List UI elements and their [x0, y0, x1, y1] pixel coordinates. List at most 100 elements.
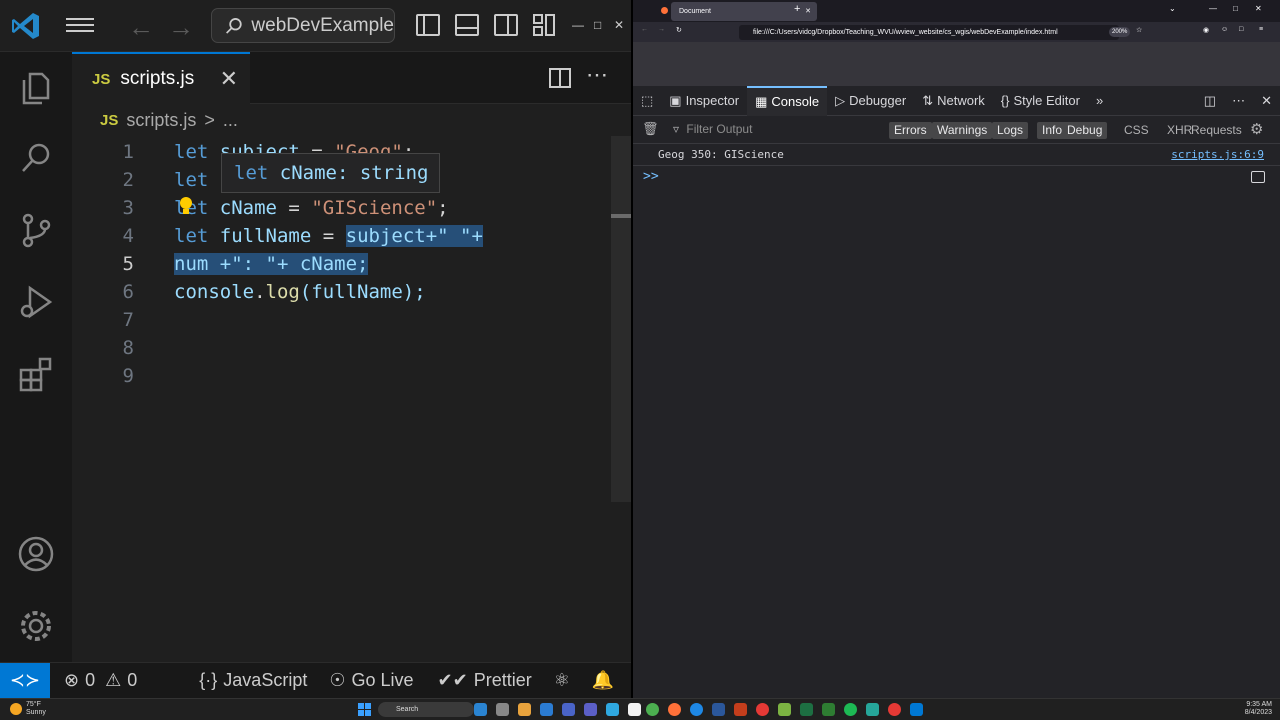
- filter-css[interactable]: CSS: [1119, 122, 1154, 139]
- toggle-secondary-sidebar-icon[interactable]: [494, 14, 518, 36]
- edge-icon[interactable]: [690, 703, 703, 716]
- url-bar[interactable]: file:///C:/Users/vidcg/Dropbox/Teaching_…: [739, 25, 1119, 40]
- powerpoint-icon[interactable]: [734, 703, 747, 716]
- notifications-bell-icon[interactable]: 🔔: [592, 670, 614, 691]
- go-live-button[interactable]: ☉ Go Live: [329, 670, 413, 691]
- explorer-icon[interactable]: [18, 70, 54, 106]
- tab-console[interactable]: ▦ Console: [747, 85, 828, 116]
- code-editor[interactable]: 1 let subject = "Geog"; 2 let 3 let cNam…: [72, 136, 612, 662]
- maximize-icon[interactable]: □: [1233, 4, 1238, 13]
- app-icon[interactable]: [822, 703, 835, 716]
- vscode-taskbar-icon[interactable]: [910, 703, 923, 716]
- new-tab-icon[interactable]: +: [794, 3, 800, 15]
- forward-arrow-icon[interactable]: →: [168, 12, 194, 43]
- task-view-icon[interactable]: [496, 703, 509, 716]
- weather-widget[interactable]: 75°F Sunny: [26, 701, 46, 717]
- console-settings-gear-icon[interactable]: ⚙: [1250, 120, 1263, 138]
- scrollbar-thumb[interactable]: [611, 214, 631, 218]
- log-source-link[interactable]: scripts.js:6:9: [1171, 144, 1264, 166]
- word-icon[interactable]: [712, 703, 725, 716]
- reload-icon[interactable]: ↻: [676, 26, 682, 34]
- accounts-feedback-icon[interactable]: ⚛: [554, 670, 570, 691]
- toggle-primary-sidebar-icon[interactable]: [416, 14, 440, 36]
- dock-side-icon[interactable]: ◫: [1196, 86, 1224, 116]
- extensions-icon[interactable]: □: [1239, 26, 1243, 33]
- split-editor-icon[interactable]: [549, 68, 571, 88]
- minimize-icon[interactable]: —: [572, 18, 584, 32]
- trash-icon[interactable]: 🗑: [642, 121, 659, 137]
- spotify-icon[interactable]: [844, 703, 857, 716]
- taskbar-search[interactable]: Search: [378, 702, 474, 717]
- close-window-icon[interactable]: ✕: [614, 18, 624, 32]
- teams-icon[interactable]: [562, 703, 575, 716]
- breadcrumb-file[interactable]: scripts.js: [126, 110, 196, 131]
- app-icon[interactable]: [628, 703, 641, 716]
- devtools-menu-icon[interactable]: ⋯: [1224, 86, 1253, 116]
- filter-debug[interactable]: Debug: [1062, 122, 1108, 139]
- more-actions-icon[interactable]: ⋯: [586, 62, 608, 88]
- minimize-icon[interactable]: —: [1209, 4, 1217, 13]
- filter-requests[interactable]: Requests: [1186, 122, 1247, 139]
- windows-start-icon[interactable]: [358, 703, 371, 716]
- back-icon[interactable]: ←: [641, 26, 648, 33]
- close-window-icon[interactable]: ✕: [1255, 4, 1262, 13]
- remote-icon[interactable]: ≺≻: [0, 662, 50, 699]
- toggle-panel-icon[interactable]: [455, 14, 479, 36]
- breadcrumb-more[interactable]: ...: [223, 110, 238, 131]
- more-tools-icon[interactable]: »: [1088, 86, 1111, 116]
- maximize-icon[interactable]: □: [594, 18, 601, 32]
- tab-scripts-js[interactable]: JS scripts.js ✕: [72, 52, 250, 104]
- outlook-icon[interactable]: [540, 703, 553, 716]
- bookmark-star-icon[interactable]: ☆: [1136, 26, 1142, 34]
- customize-layout-icon[interactable]: [533, 14, 557, 36]
- extensions-icon[interactable]: [18, 356, 54, 392]
- tab-debugger[interactable]: ▷ Debugger: [827, 86, 914, 116]
- account-icon[interactable]: ☺: [1221, 26, 1228, 33]
- settings-gear-icon[interactable]: [18, 608, 54, 644]
- app-icon[interactable]: [606, 703, 619, 716]
- accounts-icon[interactable]: [18, 536, 54, 572]
- app-menu-icon[interactable]: ≡: [1259, 26, 1263, 33]
- editor-scrollbar[interactable]: [611, 136, 631, 502]
- weather-sun-icon[interactable]: [10, 703, 22, 715]
- pocket-icon[interactable]: ◉: [1203, 26, 1209, 34]
- search-sidebar-icon[interactable]: [18, 140, 54, 176]
- file-explorer-icon[interactable]: [518, 703, 531, 716]
- prettier-button[interactable]: ✔✔ Prettier: [438, 670, 532, 691]
- element-picker-icon[interactable]: ⬚: [633, 86, 661, 116]
- back-arrow-icon[interactable]: ←: [128, 12, 154, 43]
- close-tab-icon[interactable]: ✕: [220, 66, 238, 92]
- filter-output-input[interactable]: ▿ Filter Output: [673, 122, 873, 139]
- app-icon[interactable]: [888, 703, 901, 716]
- run-debug-icon[interactable]: [18, 284, 54, 320]
- close-devtools-icon[interactable]: ✕: [1253, 86, 1280, 116]
- language-mode[interactable]: {·} JavaScript: [199, 670, 307, 691]
- zoom-indicator[interactable]: 200%: [1109, 27, 1131, 37]
- close-tab-icon[interactable]: ✕: [805, 2, 811, 21]
- excel-icon[interactable]: [800, 703, 813, 716]
- filter-errors[interactable]: Errors: [889, 122, 932, 139]
- editor-mode-icon[interactable]: [1251, 171, 1265, 183]
- taskbar-clock[interactable]: 9:35 AM 8/4/2023: [1236, 701, 1272, 717]
- forward-icon[interactable]: →: [658, 26, 665, 33]
- app-icon[interactable]: [584, 703, 597, 716]
- qgis-icon[interactable]: [778, 703, 791, 716]
- filter-warnings[interactable]: Warnings: [932, 122, 993, 139]
- app-icon[interactable]: [756, 703, 769, 716]
- app-icon[interactable]: [866, 703, 879, 716]
- problems-indicator[interactable]: ⊗ 0 ⚠ 0: [64, 670, 137, 691]
- chrome-icon[interactable]: [646, 703, 659, 716]
- page-viewport[interactable]: [633, 42, 1280, 86]
- menu-icon[interactable]: [66, 14, 94, 38]
- firefox-icon[interactable]: [668, 703, 681, 716]
- command-center-search[interactable]: webDevExample: [211, 8, 395, 43]
- list-tabs-icon[interactable]: ⌄: [1169, 4, 1176, 13]
- console-prompt[interactable]: >>: [643, 169, 659, 184]
- tab-inspector[interactable]: ▣ Inspector: [661, 86, 747, 116]
- tab-style-editor[interactable]: {} Style Editor: [993, 86, 1088, 116]
- lightbulb-icon[interactable]: [178, 196, 194, 216]
- copilot-icon[interactable]: [474, 703, 487, 716]
- tab-network[interactable]: ⇅ Network: [914, 86, 993, 116]
- source-control-icon[interactable]: [18, 212, 54, 248]
- filter-logs[interactable]: Logs: [992, 122, 1029, 139]
